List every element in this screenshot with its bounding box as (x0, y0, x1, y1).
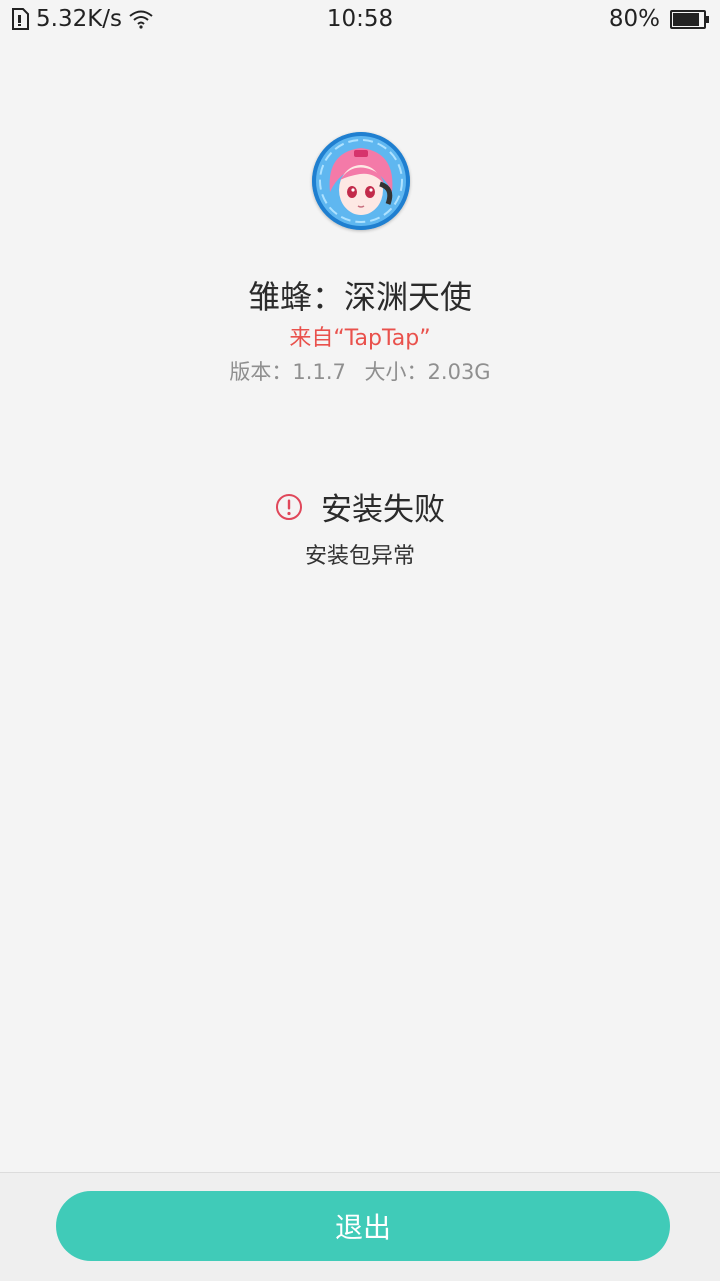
app-icon (312, 132, 410, 230)
install-failed-detail: 安装包异常 (304, 544, 415, 569)
battery-percent: 80% (608, 6, 660, 32)
app-version: 版本：1.1.7 (229, 360, 346, 384)
app-size: 大小：2.03G (364, 360, 491, 384)
install-result: 安装失败 (0, 484, 720, 529)
app-source: 来自“TapTap” (289, 326, 431, 351)
install-failed-title: 安装失败 (321, 492, 445, 528)
exit-button[interactable]: 退出 (56, 1191, 670, 1261)
app-name: 雏蜂：深渊天使 (247, 278, 472, 316)
app-meta: 版本：1.1.7 大小：2.03G (0, 356, 720, 386)
status-right: 80% (608, 6, 709, 32)
status-bar: 5.32K/s 10:58 80% (0, 0, 720, 40)
battery-level (673, 12, 699, 26)
error-exclamation-icon (276, 493, 302, 520)
battery-icon (670, 9, 709, 29)
